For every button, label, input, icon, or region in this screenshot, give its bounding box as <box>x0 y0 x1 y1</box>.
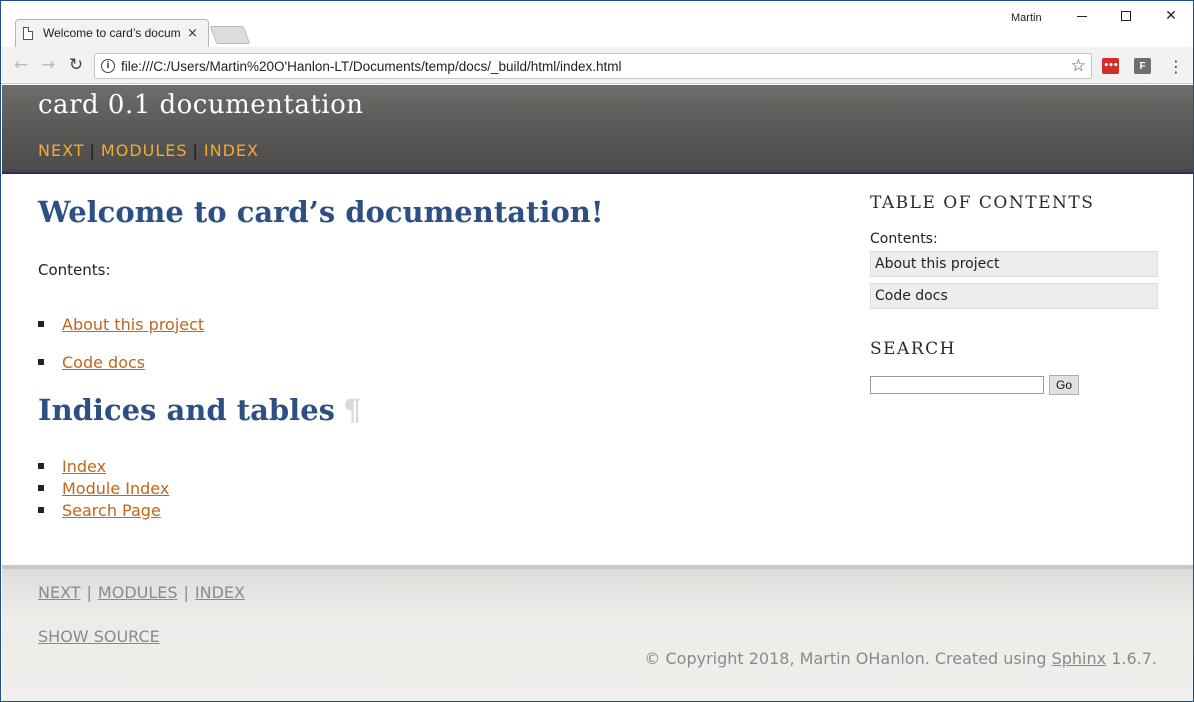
list-item: Code docs <box>38 343 204 381</box>
list-item: About this project <box>38 305 204 343</box>
menu-dots-icon[interactable]: ⋮ <box>1166 56 1186 76</box>
indices-list: Index Module Index Search Page <box>38 455 169 521</box>
indices-heading: Indices and tables ¶ <box>38 393 361 427</box>
maximize-button[interactable] <box>1103 5 1149 27</box>
indices-heading-text: Indices and tables <box>38 393 335 427</box>
search-go-button[interactable]: Go <box>1049 375 1080 395</box>
bullet-icon <box>38 359 44 365</box>
search-page-link[interactable]: Search Page <box>62 501 161 520</box>
reload-button[interactable]: ↻ <box>66 55 86 75</box>
sidebar-search-heading: SEARCH <box>870 339 956 359</box>
footer-modules-link[interactable]: MODULES <box>98 583 178 602</box>
tab-title[interactable]: Welcome to card’s docum <box>43 26 181 40</box>
copyright-text: © Copyright 2018, Martin OHanlon. Create… <box>644 649 1157 668</box>
bullet-icon <box>38 321 44 327</box>
document-icon <box>23 26 33 40</box>
star-icon[interactable]: ☆ <box>1071 56 1086 76</box>
nav-modules-link[interactable]: MODULES <box>101 141 188 160</box>
new-tab-button[interactable] <box>209 26 251 44</box>
list-item: Index <box>38 455 169 477</box>
back-button[interactable]: ← <box>11 55 31 75</box>
page-header: card 0.1 documentation NEXT | MODULES | INDE… <box>2 85 1193 174</box>
module-index-link[interactable]: Module Index <box>62 479 169 498</box>
extension-f-icon[interactable]: F <box>1134 58 1151 74</box>
title-bar: Welcome to card’s docum × Martin ✕ <box>1 1 1193 47</box>
forward-button[interactable]: → <box>38 55 58 75</box>
back-arrow-icon: ← <box>13 55 29 75</box>
toc-link-about[interactable]: About this project <box>62 315 204 334</box>
main-content: Welcome to card’s documentation! Content… <box>2 175 1193 565</box>
minimize-button[interactable] <box>1059 5 1105 27</box>
sidebar-contents-label: Contents: <box>870 231 938 247</box>
nav-separator: | <box>192 141 199 160</box>
close-window-button[interactable]: ✕ <box>1148 5 1193 27</box>
top-nav: NEXT | MODULES | INDEX <box>38 141 259 160</box>
tab-close-icon[interactable]: × <box>187 26 198 41</box>
show-source-link[interactable]: SHOW SOURCE <box>38 627 160 646</box>
sidebar-item-about[interactable]: About this project <box>870 251 1158 277</box>
address-bar[interactable]: i file:///C:/Users/Martin%20O'Hanlon-LT/… <box>94 53 1092 79</box>
contents-label: Contents: <box>38 261 111 279</box>
footer-nav: NEXT | MODULES | INDEX <box>38 583 245 602</box>
sidebar-item-code-docs[interactable]: Code docs <box>870 283 1158 309</box>
info-icon[interactable]: i <box>101 59 115 73</box>
toc-list: About this project Code docs <box>38 305 204 381</box>
copyright-prefix: © Copyright 2018, Martin OHanlon. Create… <box>644 649 1052 668</box>
permalink-icon[interactable]: ¶ <box>343 393 361 427</box>
list-item: Search Page <box>38 499 169 521</box>
sphinx-version: 1.6.7. <box>1106 649 1157 668</box>
bullet-icon <box>38 507 44 513</box>
url-text[interactable]: file:///C:/Users/Martin%20O'Hanlon-LT/Do… <box>121 59 1071 74</box>
bullet-icon <box>38 463 44 469</box>
tab-content[interactable]: Welcome to card’s docum × <box>23 19 203 47</box>
toc-link-code-docs[interactable]: Code docs <box>62 353 145 372</box>
search-form: Go <box>870 375 1160 395</box>
nav-index-link[interactable]: INDEX <box>204 141 259 160</box>
footer-separator: | <box>86 583 92 602</box>
reload-icon: ↻ <box>68 55 84 75</box>
sphinx-link[interactable]: Sphinx <box>1052 649 1107 668</box>
page-title: Welcome to card’s documentation! <box>38 195 604 229</box>
browser-window: Welcome to card’s docum × Martin ✕ ← → ↻… <box>0 0 1194 702</box>
search-input[interactable] <box>870 376 1044 394</box>
minimize-icon <box>1077 15 1087 17</box>
index-link[interactable]: Index <box>62 457 106 476</box>
browser-toolbar: ← → ↻ i file:///C:/Users/Martin%20O'Hanl… <box>1 47 1193 84</box>
footer-separator: | <box>183 583 189 602</box>
nav-separator: | <box>89 141 96 160</box>
maximize-icon <box>1121 11 1131 21</box>
site-title: card 0.1 documentation <box>38 90 364 120</box>
list-item: Module Index <box>38 477 169 499</box>
sidebar-toc-heading: TABLE OF CONTENTS <box>870 193 1095 213</box>
forward-arrow-icon: → <box>40 55 56 75</box>
footer-next-link[interactable]: NEXT <box>38 583 81 602</box>
profile-user-name[interactable]: Martin <box>1011 12 1042 24</box>
sidebar: TABLE OF CONTENTS Contents: About this p… <box>870 193 1160 395</box>
nav-next-link[interactable]: NEXT <box>38 141 85 160</box>
lastpass-icon[interactable]: ••• <box>1102 58 1119 74</box>
close-icon: ✕ <box>1165 8 1177 24</box>
footer-index-link[interactable]: INDEX <box>195 583 245 602</box>
page-footer: NEXT | MODULES | INDEX SHOW SOURCE © Copyrig… <box>2 565 1193 701</box>
bullet-icon <box>38 485 44 491</box>
